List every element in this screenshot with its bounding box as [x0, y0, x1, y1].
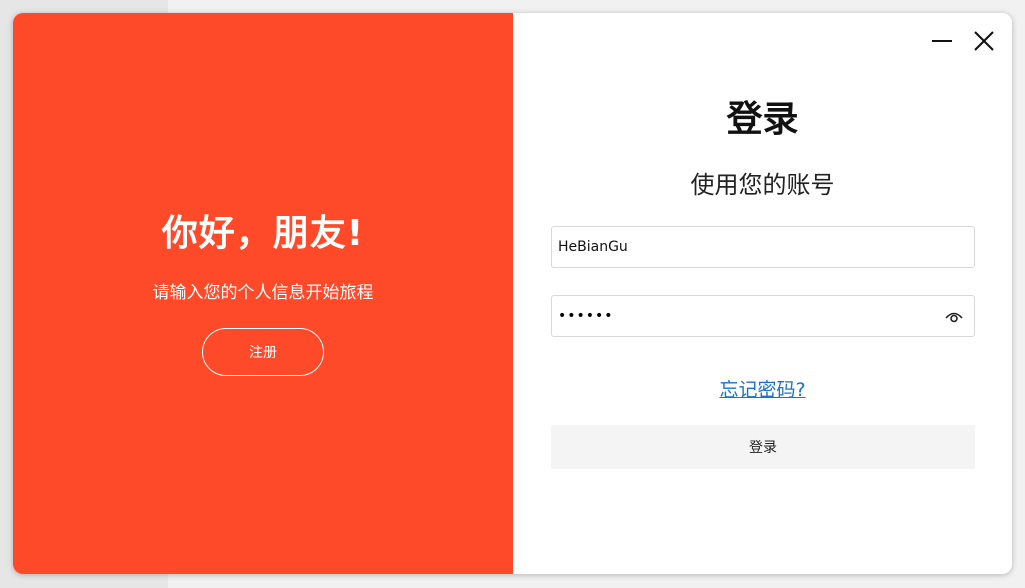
welcome-panel: 你好，朋友! 请输入您的个人信息开始旅程 注册 [13, 13, 513, 574]
close-button[interactable] [972, 29, 996, 53]
password-input[interactable]: •••••• [558, 296, 614, 336]
username-input[interactable] [552, 227, 974, 267]
minimize-button[interactable] [930, 29, 954, 53]
login-window: 你好，朋友! 请输入您的个人信息开始旅程 注册 登录 使用您的账号 •••• [13, 13, 1012, 574]
login-subtitle: 使用您的账号 [690, 171, 835, 199]
welcome-title: 你好，朋友! [161, 213, 365, 254]
register-button[interactable]: 注册 [202, 328, 324, 376]
welcome-subtitle: 请输入您的个人信息开始旅程 [152, 283, 374, 303]
close-icon [974, 31, 994, 51]
minimize-icon [932, 40, 952, 42]
eye-icon[interactable] [944, 307, 964, 327]
window-controls [930, 29, 996, 53]
login-panel: 登录 使用您的账号 •••••• 忘记密码? 登录 [513, 13, 1012, 574]
password-field[interactable]: •••••• [551, 295, 975, 337]
login-title: 登录 [726, 99, 799, 140]
forgot-password-link[interactable]: 忘记密码? [719, 379, 805, 401]
login-button[interactable]: 登录 [551, 425, 975, 469]
username-field[interactable] [551, 226, 975, 268]
forgot-password-row: 忘记密码? [513, 375, 1012, 402]
